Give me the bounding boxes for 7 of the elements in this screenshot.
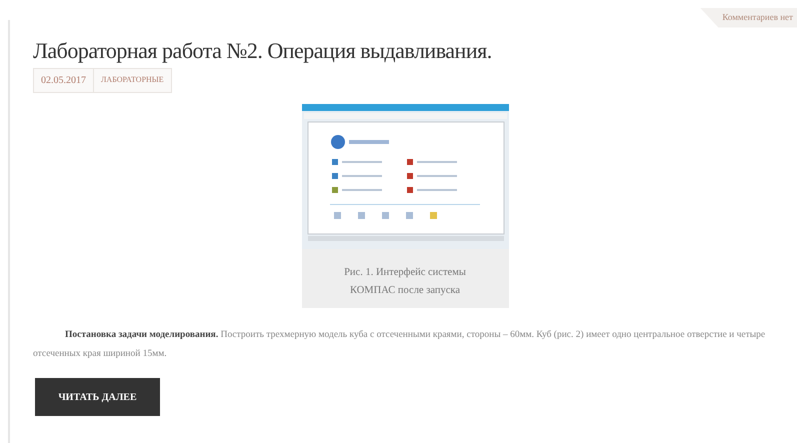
read-more-button[interactable]: ЧИТАТЬ ДАЛЕЕ bbox=[35, 378, 160, 416]
post-date[interactable]: 02.05.2017 bbox=[34, 69, 94, 92]
post-title[interactable]: Лабораторная работа №2. Операция выдавливания. bbox=[33, 38, 797, 64]
post-excerpt: Постановка задачи моделирования. Построить трехмерную модель куба с отсеченными краями, стороны – 60мм. Куб (рис. 2) имеет одно центральное отверстие и четыре отсеченных края шириной 15мм. bbox=[33, 329, 766, 361]
figure-caption: Рис. 1. Интерфейс системы КОМПАС после запуска bbox=[343, 266, 467, 298]
post-category[interactable]: ЛАБОРАТОРНЫЕ bbox=[94, 69, 171, 92]
comments-tag[interactable]: Комментариев нет bbox=[700, 8, 797, 28]
